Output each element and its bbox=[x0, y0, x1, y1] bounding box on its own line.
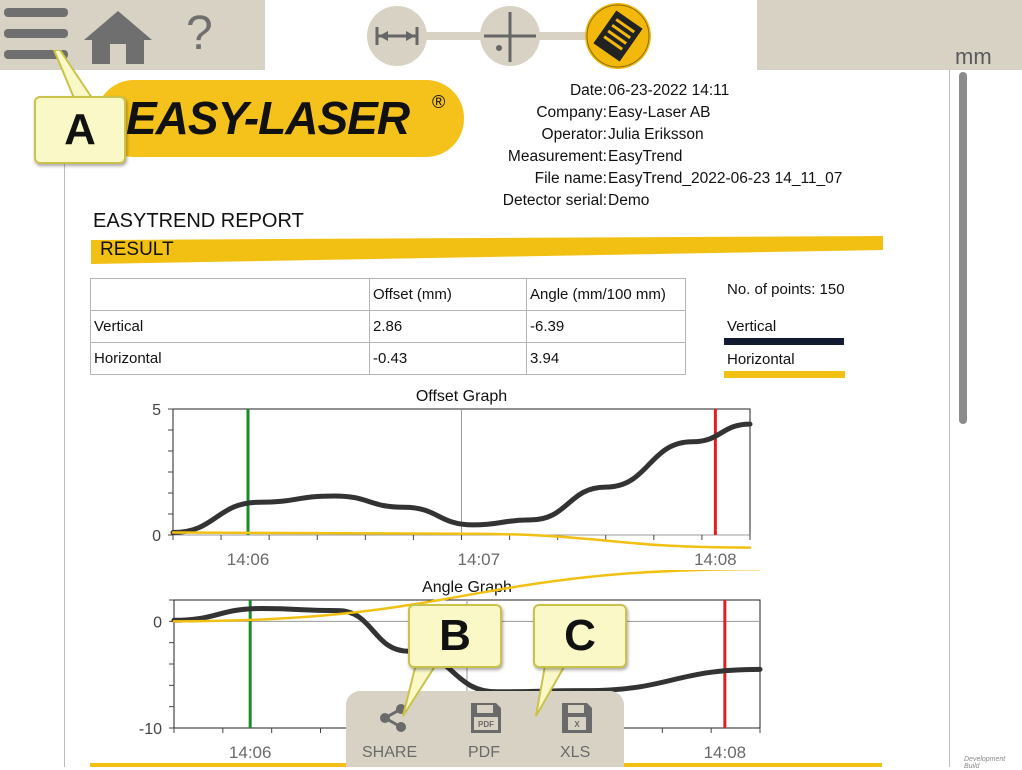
detector-serial-label: Detector serial: bbox=[502, 192, 607, 209]
callout-c-pointer bbox=[535, 660, 570, 717]
table-header-cell bbox=[90, 278, 370, 311]
table-header-cell: Offset (mm) bbox=[369, 278, 527, 311]
x-tick-label: 14:08 bbox=[694, 550, 737, 569]
y-tick-label: -10 bbox=[139, 721, 162, 738]
date-value: 06-23-2022 14:11 bbox=[608, 82, 730, 99]
logo-registered-mark: ® bbox=[432, 92, 446, 112]
table-cell: -6.39 bbox=[526, 310, 686, 343]
table-cell: 2.86 bbox=[369, 310, 527, 343]
filename-value: EasyTrend_2022-06-23 14_11_07 bbox=[608, 170, 843, 187]
step-navigation bbox=[367, 3, 651, 69]
y-tick-label: 0 bbox=[153, 614, 162, 631]
legend-horizontal-label: Horizontal bbox=[727, 351, 795, 368]
x-tick-label: 14:07 bbox=[458, 550, 501, 569]
report-icon[interactable] bbox=[585, 3, 651, 69]
svg-text:X: X bbox=[574, 720, 580, 729]
operator-value: Julia Eriksson bbox=[608, 126, 704, 143]
result-banner bbox=[91, 236, 883, 264]
y-tick-label: 5 bbox=[152, 402, 161, 419]
page-border-left bbox=[64, 150, 65, 767]
result-heading: RESULT bbox=[100, 239, 174, 260]
table-cell: 3.94 bbox=[526, 342, 686, 375]
crosshair-icon[interactable] bbox=[480, 6, 540, 66]
svg-text:PDF: PDF bbox=[478, 720, 494, 729]
table-cell: -0.43 bbox=[369, 342, 527, 375]
callout-b: B bbox=[408, 604, 502, 668]
table-header-cell: Angle (mm/100 mm) bbox=[526, 278, 686, 311]
y-tick-label: 0 bbox=[152, 528, 161, 545]
table-cell: Vertical bbox=[90, 310, 370, 343]
date-label: Date: bbox=[569, 82, 607, 99]
table-row: Vertical 2.86 -6.39 bbox=[90, 310, 686, 343]
logo-text: EASY-LASER bbox=[126, 92, 410, 144]
help-icon[interactable]: ? bbox=[186, 6, 213, 61]
unit-label: mm bbox=[955, 44, 992, 69]
share-button[interactable]: SHARE bbox=[362, 744, 417, 762]
pdf-icon[interactable]: PDF bbox=[469, 701, 503, 735]
callout-a-pointer bbox=[52, 50, 94, 99]
callout-a: A bbox=[34, 96, 126, 164]
legend-vertical-line bbox=[724, 338, 844, 345]
report-title: EASYTREND REPORT bbox=[93, 210, 304, 232]
company-label: Company: bbox=[536, 104, 607, 121]
x-tick-label: 14:08 bbox=[704, 743, 747, 762]
legend-horizontal-line bbox=[724, 371, 845, 378]
chart-title: Angle Graph bbox=[422, 579, 512, 596]
build-note: Development Build bbox=[964, 756, 1006, 770]
callout-b-pointer bbox=[402, 660, 441, 717]
measurement-label: Measurement: bbox=[507, 148, 607, 165]
pdf-button[interactable]: PDF bbox=[468, 744, 500, 762]
result-table: Offset (mm) Angle (mm/100 mm) Vertical 2… bbox=[90, 278, 686, 375]
points-count: No. of points: 150 bbox=[727, 281, 845, 298]
table-row: Horizontal -0.43 3.94 bbox=[90, 342, 686, 375]
operator-label: Operator: bbox=[541, 126, 607, 143]
x-tick-label: 14:06 bbox=[229, 743, 272, 762]
table-header-row: Offset (mm) Angle (mm/100 mm) bbox=[90, 278, 686, 311]
measure-distance-icon[interactable] bbox=[367, 6, 427, 66]
filename-label: File name: bbox=[534, 170, 607, 187]
detector-serial-value: Demo bbox=[608, 192, 650, 209]
table-cell: Horizontal bbox=[90, 342, 370, 375]
measurement-value: EasyTrend bbox=[608, 148, 683, 165]
x-tick-label: 14:06 bbox=[227, 550, 270, 569]
offset-graph: Offset Graph 5 0 14:06 14:07 14:08 bbox=[152, 388, 753, 569]
page-border-right bbox=[949, 70, 950, 767]
legend-vertical-label: Vertical bbox=[727, 318, 777, 335]
scrollbar[interactable] bbox=[959, 72, 967, 424]
xls-button[interactable]: XLS bbox=[560, 744, 590, 762]
callout-c: C bbox=[533, 604, 627, 668]
chart-title: Offset Graph bbox=[416, 388, 507, 405]
company-value: Easy-Laser AB bbox=[608, 104, 711, 121]
